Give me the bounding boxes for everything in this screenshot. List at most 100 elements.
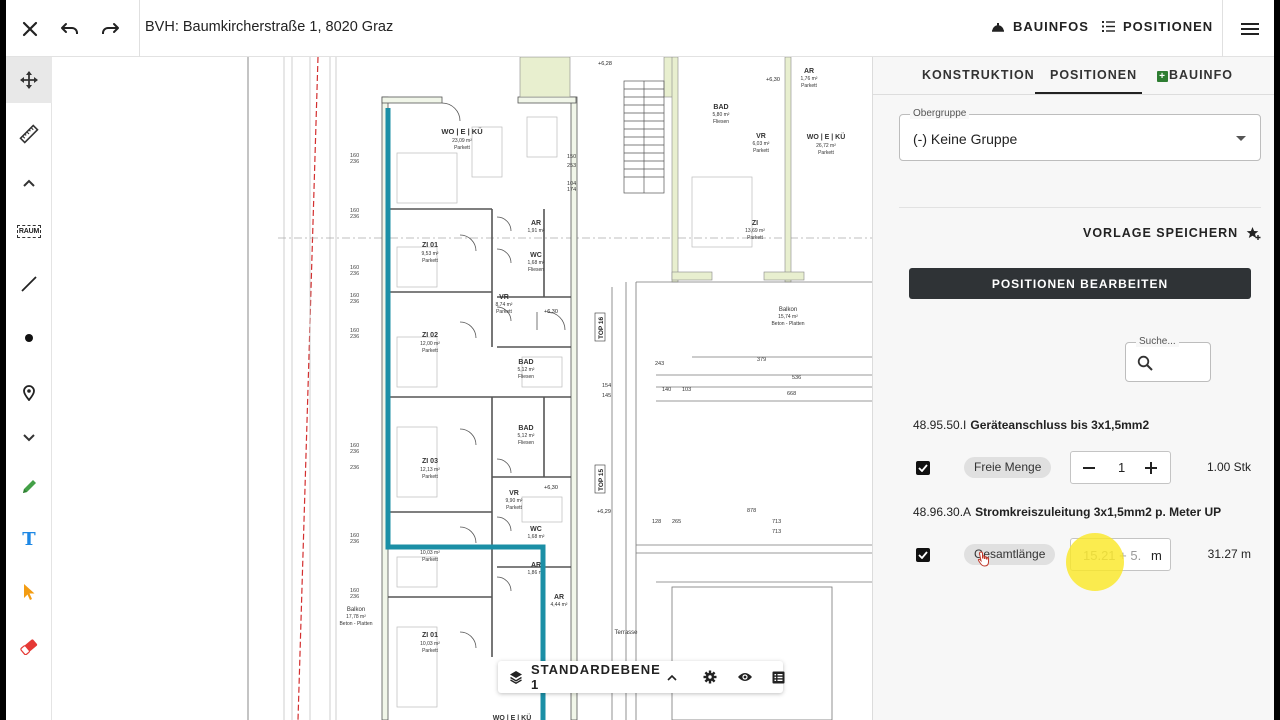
point-icon[interactable] <box>6 315 52 361</box>
svg-text:Balkon: Balkon <box>779 307 797 313</box>
svg-text:Beton - Platten: Beton - Platten <box>339 621 372 627</box>
move-icon[interactable] <box>6 57 52 103</box>
svg-text:150: 150 <box>567 154 576 160</box>
position-row: Freie Menge 1 1.00 Stk <box>913 451 1263 487</box>
svg-text:ZI 03: ZI 03 <box>422 458 438 465</box>
bauinfos-button[interactable]: BAUINFOS <box>991 19 1089 34</box>
vorlage-speichern-button[interactable]: VORLAGE SPEICHERN <box>1083 226 1261 240</box>
visibility-eye-icon[interactable] <box>737 671 753 683</box>
svg-text:BAD: BAD <box>713 104 728 111</box>
svg-text:5,12 m²: 5,12 m² <box>518 433 535 439</box>
tab-konstruktion[interactable]: KONSTRUKTION <box>922 68 1035 82</box>
floor-plan-canvas[interactable]: 160 236 160 236 160 236 160 236 160 236 160 23… <box>52 57 872 720</box>
tab-bauinfo[interactable]: + BAUINFO <box>1157 68 1233 82</box>
vorlage-speichern-label: VORLAGE SPEICHERN <box>1083 226 1239 240</box>
svg-text:Parkett: Parkett <box>422 648 438 654</box>
obergruppe-select[interactable]: Obergruppe (-) Keine Gruppe <box>899 108 1261 161</box>
svg-text:236: 236 <box>350 465 359 471</box>
svg-text:AR: AR <box>531 220 541 227</box>
svg-text:265: 265 <box>672 519 681 525</box>
chevron-up-icon[interactable] <box>667 674 677 681</box>
svg-text:4,44 m²: 4,44 m² <box>551 602 568 608</box>
svg-text:17,78 m²: 17,78 m² <box>346 614 366 620</box>
svg-text:+6,29: +6,29 <box>597 509 611 515</box>
svg-text:ZI 01: ZI 01 <box>422 632 438 639</box>
svg-text:140: 140 <box>662 387 671 393</box>
chevron-up-icon[interactable] <box>6 160 52 206</box>
layer-name[interactable]: STANDARDEBENE 1 <box>531 662 661 692</box>
line-icon[interactable] <box>6 261 52 307</box>
layer-bar: STANDARDEBENE 1 <box>498 661 785 693</box>
location-pin-icon[interactable] <box>6 370 52 416</box>
svg-text:WC: WC <box>530 526 542 533</box>
touch-highlight <box>1066 533 1124 591</box>
svg-text:103: 103 <box>682 387 691 393</box>
eraser-icon[interactable] <box>6 624 52 670</box>
search-input[interactable]: Suche... <box>1125 336 1211 382</box>
star-add-icon <box>1246 227 1261 240</box>
layers-icon[interactable] <box>509 670 523 684</box>
chevron-down-icon[interactable] <box>6 415 52 461</box>
tab-positionen[interactable]: POSITIONEN <box>1050 68 1137 82</box>
svg-text:236: 236 <box>350 159 359 165</box>
svg-text:Parkett: Parkett <box>801 83 817 89</box>
svg-text:ZI 02: ZI 02 <box>422 332 438 339</box>
pointer-icon[interactable] <box>6 569 52 615</box>
svg-text:713: 713 <box>772 529 781 535</box>
svg-text:1,76 m²: 1,76 m² <box>801 76 818 82</box>
positionen-bearbeiten-button[interactable]: POSITIONEN BEARBEITEN <box>909 268 1251 299</box>
redo-icon[interactable] <box>95 14 125 44</box>
svg-text:878: 878 <box>747 508 756 514</box>
svg-text:Beton - Platten: Beton - Platten <box>771 321 804 327</box>
svg-text:174: 174 <box>567 187 576 193</box>
pencil-icon[interactable] <box>6 464 52 510</box>
svg-text:13,69 m²: 13,69 m² <box>745 228 765 234</box>
project-title: BVH: Baumkircherstraße 1, 8020 Graz <box>145 19 394 35</box>
position-name: Geräteanschluss bis 3x1,5mm2 <box>970 418 1150 432</box>
undo-icon[interactable] <box>55 14 85 44</box>
text-icon[interactable]: T <box>6 516 52 562</box>
svg-text:379: 379 <box>757 357 766 363</box>
settings-gear-icon[interactable] <box>703 670 717 684</box>
positionen-button[interactable]: POSITIONEN <box>1102 19 1213 34</box>
hamburger-menu-icon[interactable] <box>1235 14 1265 44</box>
plus-icon[interactable] <box>1145 462 1157 474</box>
measure-ruler-icon[interactable] <box>6 111 52 157</box>
position-total: 31.27 m <box>1207 547 1251 561</box>
svg-text:236: 236 <box>350 334 359 340</box>
svg-text:145: 145 <box>602 393 611 399</box>
svg-text:236: 236 <box>350 299 359 305</box>
panel-tabs: KONSTRUKTION POSITIONEN + BAUINFO <box>873 57 1274 95</box>
tool-sidebar: RAUM T <box>6 57 52 720</box>
svg-text:128: 128 <box>652 519 661 525</box>
helmet-icon <box>992 22 1004 32</box>
svg-text:236: 236 <box>350 594 359 600</box>
svg-text:+6,30: +6,30 <box>544 309 558 315</box>
room-icon[interactable]: RAUM <box>6 208 52 254</box>
tab-bauinfo-label: BAUINFO <box>1169 68 1233 82</box>
svg-text:236: 236 <box>350 214 359 220</box>
svg-text:TOP 15: TOP 15 <box>598 468 605 491</box>
svg-text:Fliesen: Fliesen <box>518 374 534 380</box>
svg-text:15,74 m²: 15,74 m² <box>778 314 798 320</box>
svg-text:243: 243 <box>655 361 664 367</box>
svg-text:Parkett: Parkett <box>747 235 763 241</box>
minus-icon[interactable] <box>1083 467 1095 469</box>
svg-text:AR: AR <box>531 562 541 569</box>
position-checkbox[interactable] <box>916 461 930 475</box>
quantity-value[interactable]: 1 <box>1118 460 1125 475</box>
position-checkbox[interactable] <box>916 548 930 562</box>
freie-menge-chip[interactable]: Freie Menge <box>964 457 1052 478</box>
positions-panel: KONSTRUKTION POSITIONEN + BAUINFO Obergru… <box>872 57 1274 720</box>
svg-text:5,80 m²: 5,80 m² <box>713 112 730 118</box>
dropdown-caret-icon <box>1236 136 1246 141</box>
svg-text:1,68 m²: 1,68 m² <box>528 260 545 266</box>
close-icon[interactable] <box>15 14 45 44</box>
svg-text:Parkett: Parkett <box>496 309 512 315</box>
svg-text:Balkon: Balkon <box>347 607 365 613</box>
svg-text:236: 236 <box>350 449 359 455</box>
position-total: 1.00 Stk <box>1206 460 1251 474</box>
layer-list-icon[interactable] <box>772 671 785 684</box>
svg-text:12,00 m²: 12,00 m² <box>420 341 440 347</box>
position-code: 48.96.30.A <box>913 505 972 519</box>
